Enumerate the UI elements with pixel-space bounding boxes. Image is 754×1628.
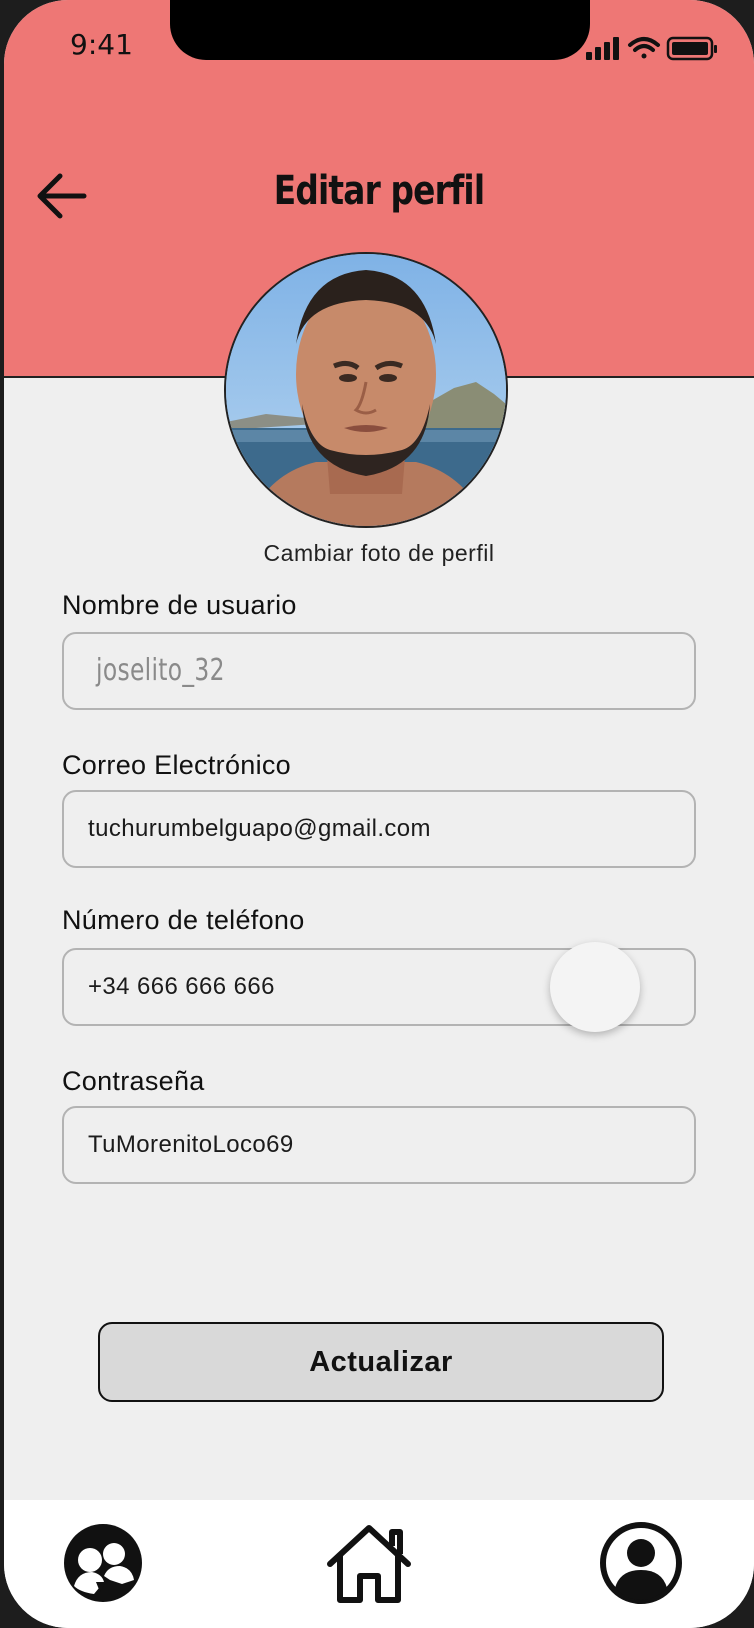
password-input[interactable]: TuMorenitoLoco69 bbox=[62, 1106, 696, 1184]
password-value: TuMorenitoLoco69 bbox=[88, 1131, 294, 1158]
status-time: 9:41 bbox=[70, 28, 133, 61]
wifi-icon bbox=[628, 37, 660, 59]
username-input[interactable]: joselito_32 bbox=[62, 632, 696, 710]
status-icons bbox=[586, 36, 717, 61]
touch-indicator bbox=[550, 942, 640, 1032]
profile-icon[interactable] bbox=[598, 1520, 684, 1606]
phone-value: +34 666 666 666 bbox=[88, 973, 275, 1000]
avatar-photo bbox=[226, 254, 506, 526]
update-button[interactable]: Actualizar bbox=[98, 1322, 664, 1402]
community-icon[interactable] bbox=[60, 1520, 146, 1606]
password-label: Contraseña bbox=[62, 1066, 205, 1096]
email-value: tuchurumbelguapo@gmail.com bbox=[88, 815, 431, 842]
home-icon[interactable] bbox=[322, 1520, 416, 1606]
avatar[interactable] bbox=[224, 252, 508, 528]
signal-icon bbox=[586, 37, 619, 60]
battery-icon bbox=[666, 36, 717, 61]
notch bbox=[170, 0, 590, 60]
page-title: Editar perfil bbox=[273, 168, 485, 214]
email-label: Correo Electrónico bbox=[62, 750, 291, 780]
phone-screen: 9:41 Editar perfil Cambiar foto de perfi… bbox=[4, 0, 754, 1628]
email-input[interactable]: tuchurumbelguapo@gmail.com bbox=[62, 790, 696, 868]
phone-label: Número de teléfono bbox=[62, 905, 305, 935]
change-photo-link[interactable]: Cambiar foto de perfil bbox=[4, 540, 754, 567]
username-label: Nombre de usuario bbox=[62, 590, 297, 620]
username-placeholder: joselito_32 bbox=[96, 653, 225, 688]
bottom-tab-bar bbox=[4, 1500, 754, 1628]
